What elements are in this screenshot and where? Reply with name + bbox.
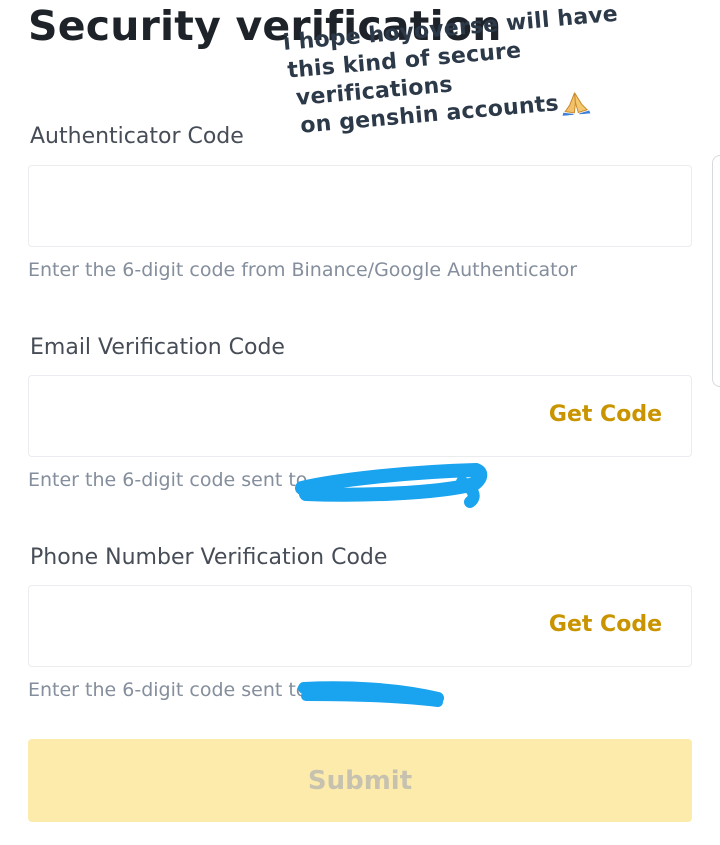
authenticator-hint: Enter the 6-digit code from Binance/Goog… bbox=[28, 259, 578, 281]
email-hint: Enter the 6-digit code sent to bbox=[28, 469, 307, 491]
phone-redaction-scribble bbox=[298, 681, 444, 707]
scroll-indicator bbox=[712, 155, 720, 387]
folded-hands-icon bbox=[562, 92, 591, 116]
email-get-code-button[interactable]: Get Code bbox=[549, 402, 662, 427]
submit-button[interactable]: Submit bbox=[28, 739, 692, 822]
authenticator-label: Authenticator Code bbox=[30, 124, 244, 149]
email-redaction-scribble bbox=[295, 462, 488, 508]
email-code-label: Email Verification Code bbox=[30, 335, 285, 360]
email-hint-text: Enter the 6-digit code sent to bbox=[28, 469, 308, 491]
phone-get-code-button[interactable]: Get Code bbox=[549, 612, 662, 637]
authenticator-code-input[interactable] bbox=[28, 165, 692, 247]
phone-code-input[interactable]: Get Code bbox=[28, 585, 692, 667]
phone-hint-text: Enter the 6-digit code sent to bbox=[28, 679, 308, 701]
email-code-input[interactable]: Get Code bbox=[28, 375, 692, 457]
phone-hint: Enter the 6-digit code sent to bbox=[28, 679, 307, 701]
phone-code-label: Phone Number Verification Code bbox=[30, 545, 388, 570]
